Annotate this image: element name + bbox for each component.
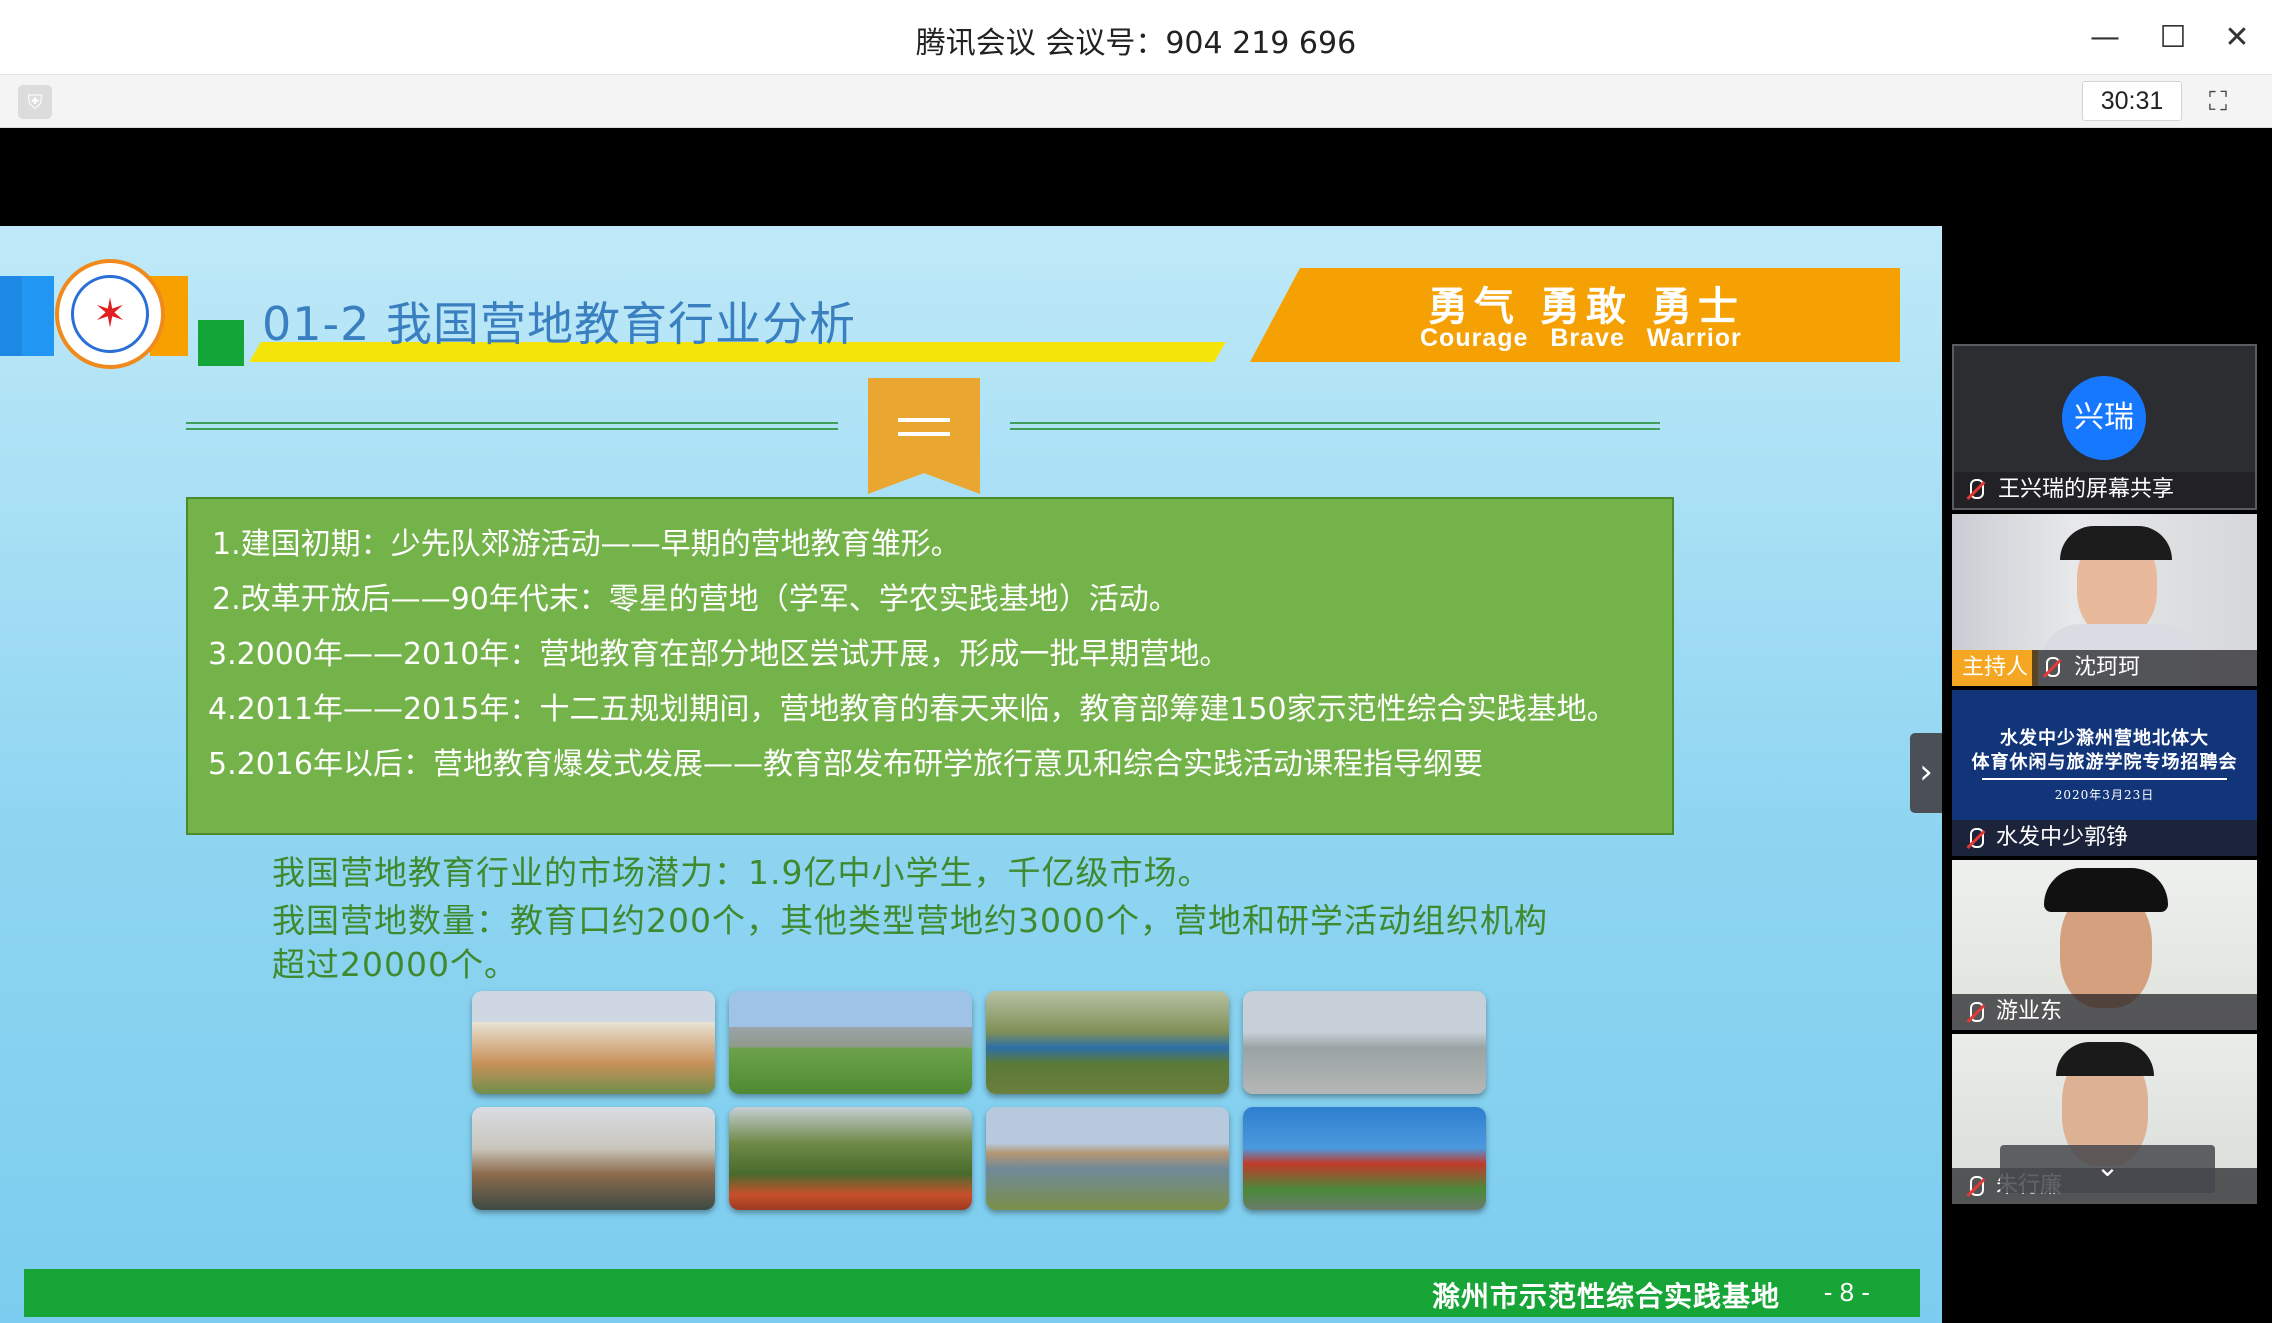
camp-photo <box>729 991 972 1094</box>
camp-photo <box>1243 991 1486 1094</box>
menu-ribbon-icon <box>868 378 980 494</box>
participant-tile[interactable]: 主持人 沈珂珂 <box>1952 514 2257 686</box>
maximize-icon[interactable]: ☐ <box>2148 14 2198 60</box>
participant-name: 王兴瑞的屏幕共享 <box>1998 477 2175 502</box>
title-bar: 腾讯会议 会议号：904 219 696 — ☐ ✕ <box>0 0 2272 75</box>
mic-muted-icon <box>1962 1000 1988 1026</box>
participant-label: 游业东 <box>1952 994 2257 1030</box>
participant-label: 水发中少郭铮 <box>1952 820 2257 856</box>
close-icon[interactable]: ✕ <box>2212 14 2262 60</box>
host-badge: 主持人 <box>1952 650 2039 686</box>
history-point: 3.2000年——2010年：营地教育在部分地区尝试开展，形成一批早期营地。 <box>208 637 1230 672</box>
market-note: 我国营地教育行业的市场潜力：1.9亿中小学生，千亿级市场。 <box>272 853 1212 892</box>
history-point: 2.改革开放后——90年代末：零星的营地（学军、学农实践基地）活动。 <box>212 582 1179 617</box>
minimize-icon[interactable]: — <box>2080 14 2130 60</box>
participant-tile[interactable]: 水发中少滁州营地北体大 体育休闲与旅游学院专场招聘会 2020年3月23日 水发… <box>1952 690 2257 856</box>
meeting-timer: 30:31 <box>2082 81 2182 121</box>
shared-slide: ✶ 01-2 我国营地教育行业分析 勇气 勇敢 勇士 Courage Brave… <box>0 226 1942 1323</box>
slide-decoration <box>0 276 22 356</box>
divider-line <box>186 422 838 430</box>
poster-line: 体育休闲与旅游学院专场招聘会 <box>1971 752 2238 773</box>
chevron-right-icon[interactable]: › <box>1910 733 1942 813</box>
participant-name: 沈珂珂 <box>2074 655 2141 680</box>
camp-photo <box>986 1107 1229 1210</box>
fullscreen-icon[interactable]: ⛶ <box>2200 84 2236 120</box>
slide-decoration <box>22 276 54 356</box>
slide-decoration <box>198 320 244 366</box>
camp-photo <box>986 991 1229 1094</box>
history-box: 1.建国初期：少先队郊游活动——早期的营地教育雏形。 2.改革开放后——90年代… <box>186 497 1674 835</box>
history-point: 4.2011年——2015年：十二五规划期间，营地教育的春天来临，教育部筹建15… <box>208 692 1617 727</box>
runner-icon: ✶ <box>71 275 149 353</box>
divider-line <box>1010 422 1660 430</box>
avatar: 兴瑞 <box>2062 376 2146 460</box>
market-note: 超过20000个。 <box>272 945 518 984</box>
camp-photo <box>729 1107 972 1210</box>
meeting-title: 腾讯会议 会议号：904 219 696 <box>915 26 1357 61</box>
meeting-toolbar: ⛨ 30:31 ⛶ <box>0 75 2272 128</box>
mic-muted-icon <box>1962 1174 1988 1200</box>
slide-footer: 滁州市示范性综合实践基地 - 8 - <box>24 1269 1920 1317</box>
participant-tile[interactable]: 兴瑞 王兴瑞的屏幕共享 <box>1952 344 2257 510</box>
page-number: - 8 - <box>1823 1277 1870 1307</box>
participant-name: 游业东 <box>1996 999 2063 1024</box>
participant-name: 水发中少郭铮 <box>1996 825 2129 850</box>
base-logo: ✶ <box>55 259 165 369</box>
footer-text: 滁州市示范性综合实践基地 <box>1431 1280 1780 1313</box>
motto-en: Courage Brave Warrior <box>1420 324 1742 352</box>
history-point: 5.2016年以后：营地教育爆发式发展——教育部发布研学旅行意见和综合实践活动课… <box>208 747 1483 782</box>
mic-muted-icon <box>1962 826 1988 852</box>
slide-heading: 01-2 我国营地教育行业分析 <box>262 297 857 351</box>
poster-line: 水发中少滁州营地北体大 <box>2000 728 2209 749</box>
market-note: 我国营地数量：教育口约200个，其他类型营地约3000个，营地和研学活动组织机构 <box>272 901 1548 940</box>
mic-muted-icon <box>2038 655 2064 681</box>
screen-share-icon <box>1962 477 1988 503</box>
camp-photo <box>472 991 715 1094</box>
motto-banner: 勇气 勇敢 勇士 Courage Brave Warrior <box>1250 268 1900 362</box>
poster-date: 2020年3月23日 <box>2054 788 2155 802</box>
history-point: 1.建国初期：少先队郊游活动——早期的营地教育雏形。 <box>212 527 961 562</box>
camp-photo <box>472 1107 715 1210</box>
participant-tile[interactable]: 游业东 <box>1952 860 2257 1030</box>
participant-label: 王兴瑞的屏幕共享 <box>1954 472 2255 508</box>
shield-icon[interactable]: ⛨ <box>18 85 52 119</box>
camp-photo <box>1243 1107 1486 1210</box>
chevron-down-icon[interactable]: ⌄ <box>2000 1145 2215 1193</box>
